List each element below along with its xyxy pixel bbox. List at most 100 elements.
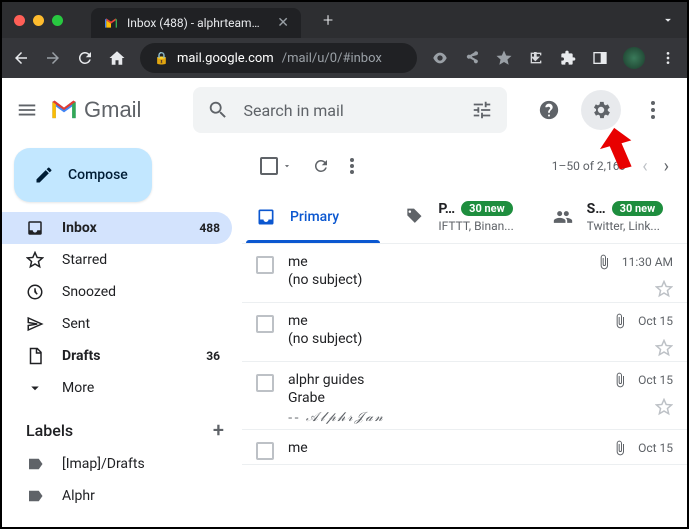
back-icon[interactable] [12,49,30,67]
refresh-button[interactable] [312,157,330,175]
message-time: 11:30 AM [622,255,673,269]
page-next-button[interactable]: › [664,156,669,177]
message-checkbox[interactable] [256,374,274,392]
sidebar-label-alphr[interactable]: Alphr [2,480,232,512]
send-icon [26,315,44,333]
sidebar-snoozed[interactable]: Snoozed [2,276,232,308]
browser-tab[interactable]: Inbox (488) - alphrteam@gmai ✕ [91,8,301,38]
label-icon [26,455,44,473]
message-checkbox[interactable] [256,315,274,333]
message-row[interactable]: alphr guides Grabe -- 𝒜𝓁𝓅𝒽𝓇𝒥𝒶𝓃 Oct 15 [242,362,687,430]
checkbox-icon [260,157,278,175]
page-prev-button[interactable]: ‹ [642,156,647,177]
reload-icon[interactable] [76,49,94,67]
toolbar-more-button[interactable] [350,158,354,174]
star-button[interactable] [655,280,673,298]
window-close-icon[interactable] [14,15,25,26]
window-maximize-icon[interactable] [52,15,63,26]
inbox-tab-icon [256,207,276,227]
star-button[interactable] [655,339,673,357]
sidebar-snoozed-label: Snoozed [62,284,116,300]
select-all-button[interactable] [260,157,292,175]
mail-content: 1–50 of 2,169 ‹ › Primary P… 30 new IFTT… [242,142,687,531]
sidebar-sent[interactable]: Sent [2,308,232,340]
gear-icon [590,99,612,121]
more-button[interactable] [633,90,673,130]
url-host: mail.google.com [177,51,274,66]
message-subject: (no subject) [288,331,598,347]
compose-button[interactable]: Compose [14,148,152,202]
url-input[interactable]: 🔒 mail.google.com/mail/u/0/#inbox [140,43,417,73]
bookmark-star-icon[interactable] [495,49,513,67]
attachment-icon [596,254,612,270]
tab-promotions[interactable]: P… 30 new IFTTT, Binan... [390,190,538,243]
label-text: Alphr [62,488,95,504]
people-icon [553,207,573,227]
sidebar-drafts-count: 36 [206,349,220,363]
star-button[interactable] [655,398,673,416]
extensions-icon[interactable] [559,50,577,66]
sidebar-sent-label: Sent [62,316,90,332]
message-subject: Grabe [288,390,598,406]
search-placeholder: Search in mail [243,101,457,120]
browser-tab-bar: Inbox (488) - alphrteam@gmai ✕ + [2,2,687,38]
attachment-icon [612,372,628,388]
support-button[interactable] [529,90,569,130]
file-icon [26,347,44,365]
mail-toolbar: 1–50 of 2,169 ‹ › [242,142,687,190]
tab-social[interactable]: S… 30 new Twitter, Link... [539,190,687,243]
sidebar-more[interactable]: More [2,372,232,404]
attachment-icon [612,313,628,329]
main-menu-icon[interactable] [16,99,38,121]
gmail-header: Gmail Search in mail [2,78,687,142]
message-from: me [288,313,598,329]
home-icon[interactable] [108,49,126,67]
sidebar-label-imap-drafts[interactable]: [Imap]/Drafts [2,448,232,480]
labels-header: Labels + [2,404,242,448]
sidebar-starred[interactable]: Starred [2,244,232,276]
message-row[interactable]: me (no subject) 11:30 AM [242,244,687,303]
chrome-menu-icon[interactable] [659,50,677,66]
panel-icon[interactable] [591,50,609,66]
main-content: Compose Inbox 488 Starred Snoozed Sent D… [2,142,687,531]
settings-button[interactable] [581,90,621,130]
label-text: [Imap]/Drafts [62,456,145,472]
sidebar-more-label: More [62,380,94,396]
category-tabs: Primary P… 30 new IFTTT, Binan... S… [242,190,687,244]
caret-down-icon [282,161,292,171]
install-icon[interactable] [527,50,545,66]
gmail-logo-text: Gmail [84,97,141,123]
pencil-icon [34,165,54,185]
sidebar-inbox[interactable]: Inbox 488 [2,212,232,244]
url-path: /mail/u/0/#inbox [282,51,382,66]
tune-icon[interactable] [471,99,493,121]
tab-close-icon[interactable]: ✕ [277,15,289,31]
gmail-favicon [103,15,119,31]
message-signature: -- 𝒜𝓁𝓅𝒽𝓇𝒥𝒶𝓃 [288,409,598,425]
tabs-dropdown-icon[interactable] [661,13,675,27]
message-row[interactable]: me Oct 15 [242,430,687,465]
message-checkbox[interactable] [256,256,274,274]
add-label-button[interactable]: + [213,418,224,442]
sidebar-starred-label: Starred [62,252,107,268]
labels-header-text: Labels [26,421,73,440]
window-minimize-icon[interactable] [33,15,44,26]
message-checkbox[interactable] [256,442,274,460]
search-input[interactable]: Search in mail [193,87,507,133]
tab-promotions-label: P… [438,201,455,217]
refresh-icon [312,157,330,175]
gmail-logo[interactable]: Gmail [50,97,141,123]
help-icon [538,99,560,121]
lock-icon: 🔒 [154,51,169,65]
clock-icon [26,283,44,301]
tab-primary[interactable]: Primary [242,190,390,243]
message-row[interactable]: me (no subject) Oct 15 [242,303,687,362]
new-tab-button[interactable]: + [323,10,333,31]
forward-icon[interactable] [44,49,62,67]
sidebar-inbox-count: 488 [199,221,220,235]
sidebar-drafts[interactable]: Drafts 36 [2,340,232,372]
share-icon[interactable] [463,50,481,66]
profile-avatar[interactable] [623,47,645,69]
eye-icon[interactable] [431,50,449,66]
sidebar-drafts-label: Drafts [62,348,100,364]
